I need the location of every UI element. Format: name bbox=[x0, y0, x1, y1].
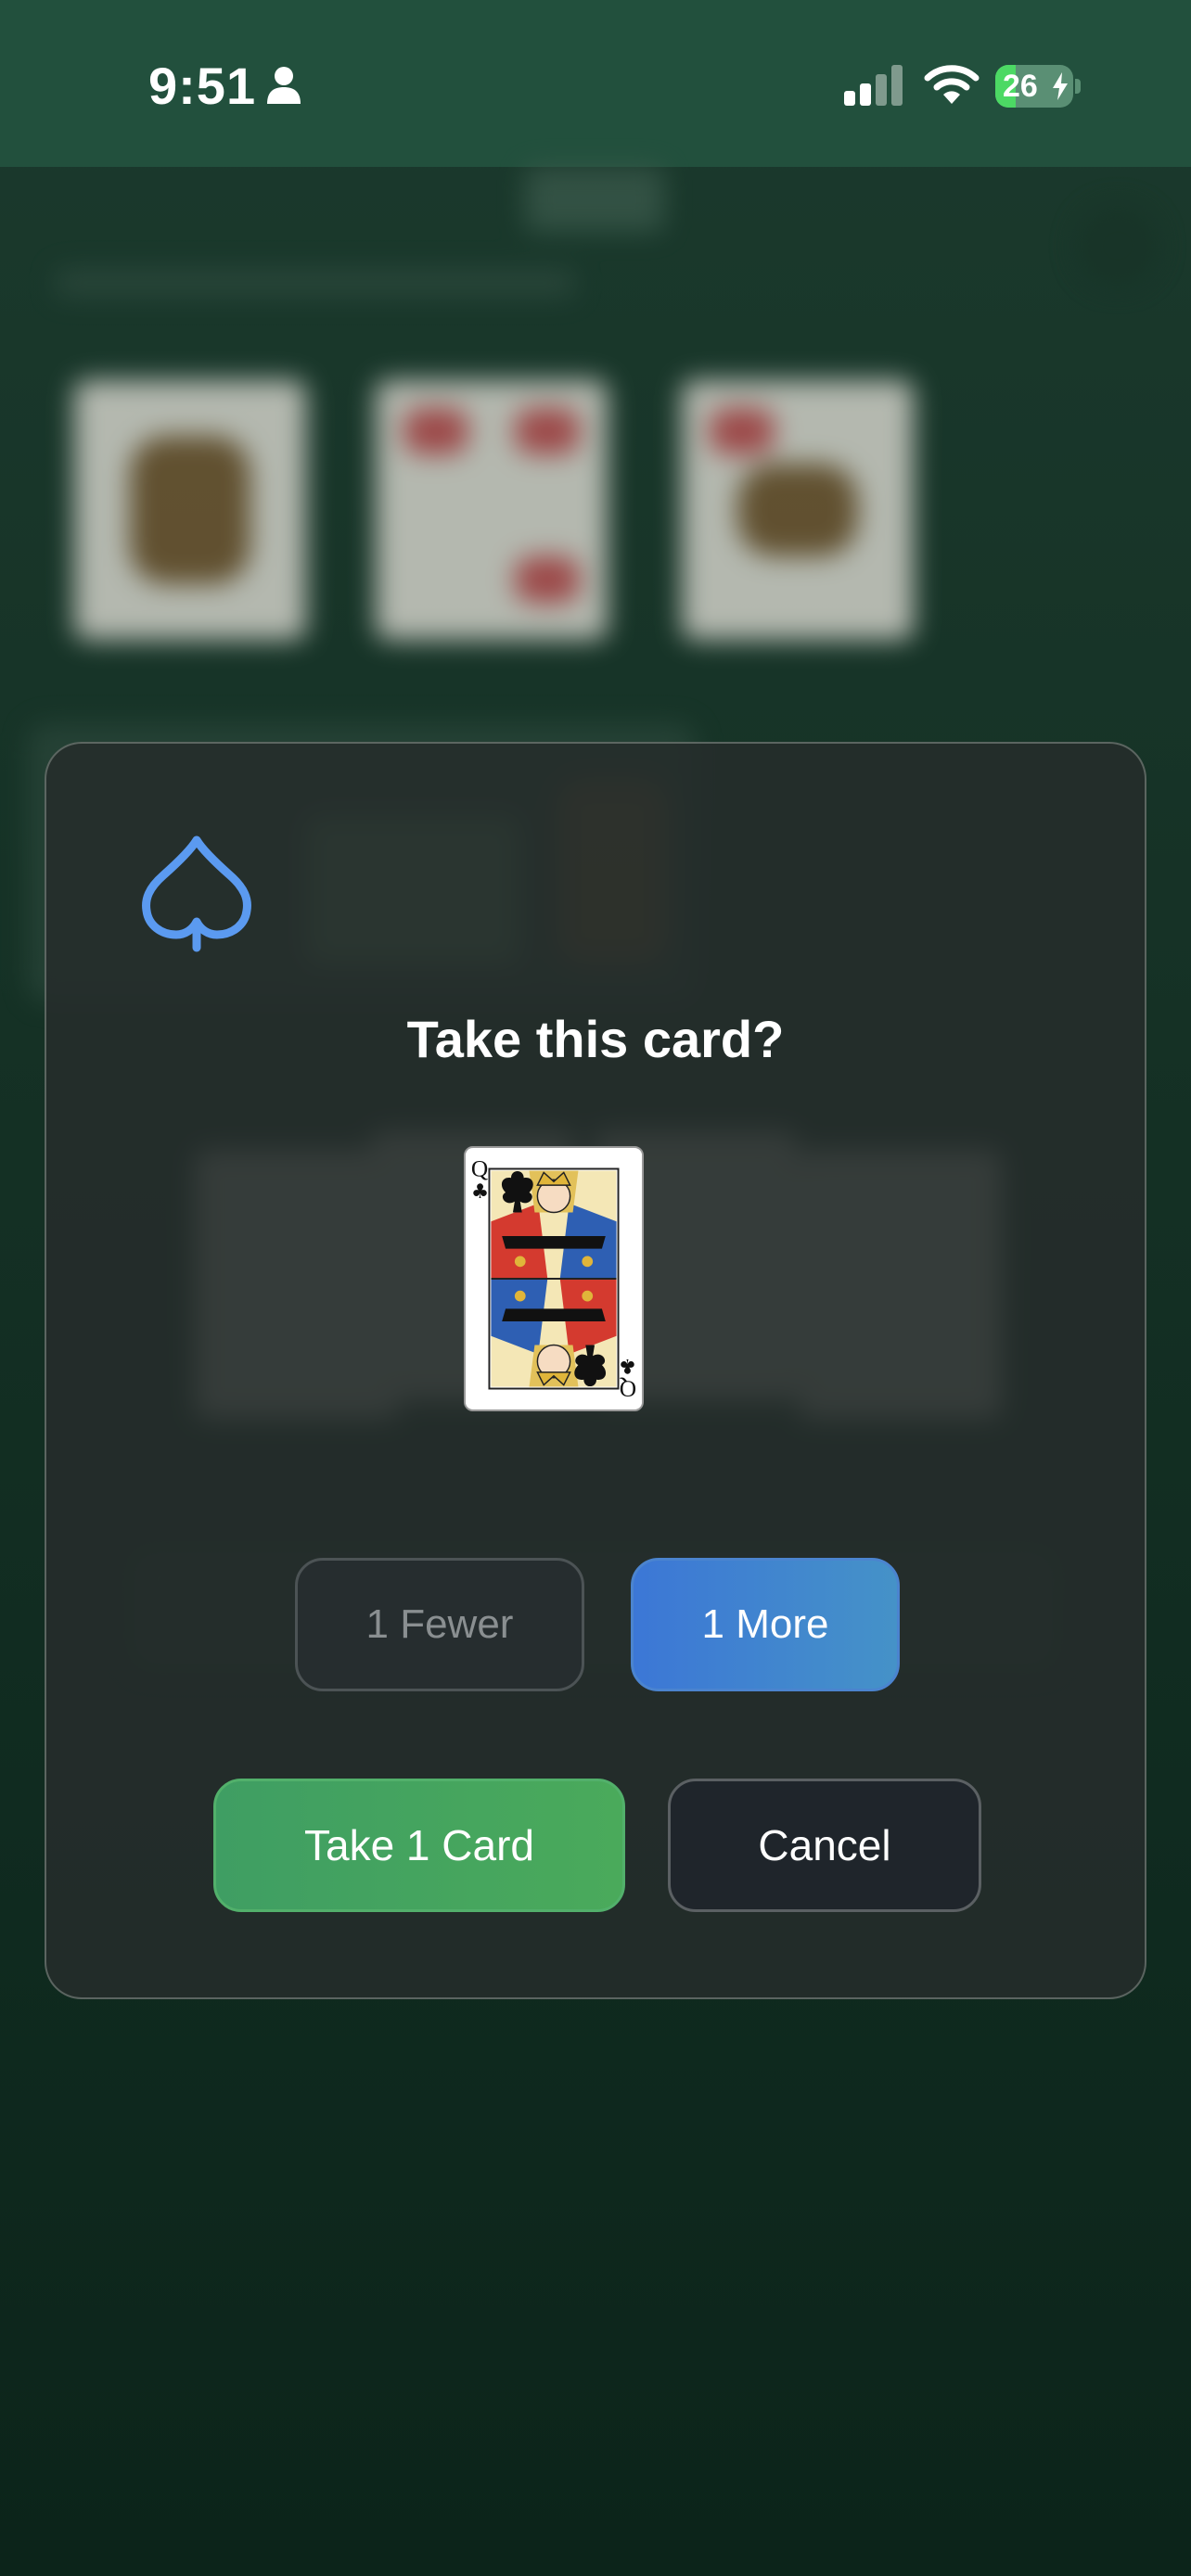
dialog-title: Take this card? bbox=[406, 1010, 785, 1068]
status-time: 9:51 bbox=[148, 57, 257, 115]
card-suit-top: ♣ bbox=[471, 1180, 489, 1204]
take-card-button[interactable]: Take 1 Card bbox=[213, 1779, 625, 1912]
playing-card-face: Q ♣ Q ♣ bbox=[466, 1148, 642, 1409]
card-rank-top: Q bbox=[471, 1154, 488, 1181]
cellular-signal-icon bbox=[844, 65, 903, 106]
card-suit-bottom: ♣ bbox=[619, 1354, 636, 1377]
blurred-title bbox=[525, 167, 664, 232]
blurred-subtitle bbox=[56, 269, 575, 297]
bolt-icon bbox=[1053, 72, 1068, 100]
queen-of-clubs-card: Q ♣ Q ♣ bbox=[464, 1146, 644, 1411]
blurred-card bbox=[682, 380, 914, 640]
blurred-card bbox=[74, 380, 306, 640]
blurred-card bbox=[376, 380, 608, 640]
one-fewer-button[interactable]: 1 Fewer bbox=[295, 1558, 584, 1691]
spade-outline-icon bbox=[142, 835, 251, 952]
blurred-menu-button bbox=[1076, 204, 1159, 287]
cancel-button[interactable]: Cancel bbox=[668, 1779, 981, 1912]
wifi-icon bbox=[924, 65, 980, 104]
battery-charging-icon: 26 bbox=[995, 65, 1081, 108]
person-icon bbox=[267, 67, 301, 104]
status-bar: 9:51 26 bbox=[0, 0, 1191, 167]
card-rank-bottom: Q bbox=[620, 1376, 636, 1403]
take-card-dialog: Take this card? Q ♣ Q ♣ 1 Fewer 1 More T… bbox=[45, 742, 1146, 1999]
one-more-button[interactable]: 1 More bbox=[631, 1558, 900, 1691]
